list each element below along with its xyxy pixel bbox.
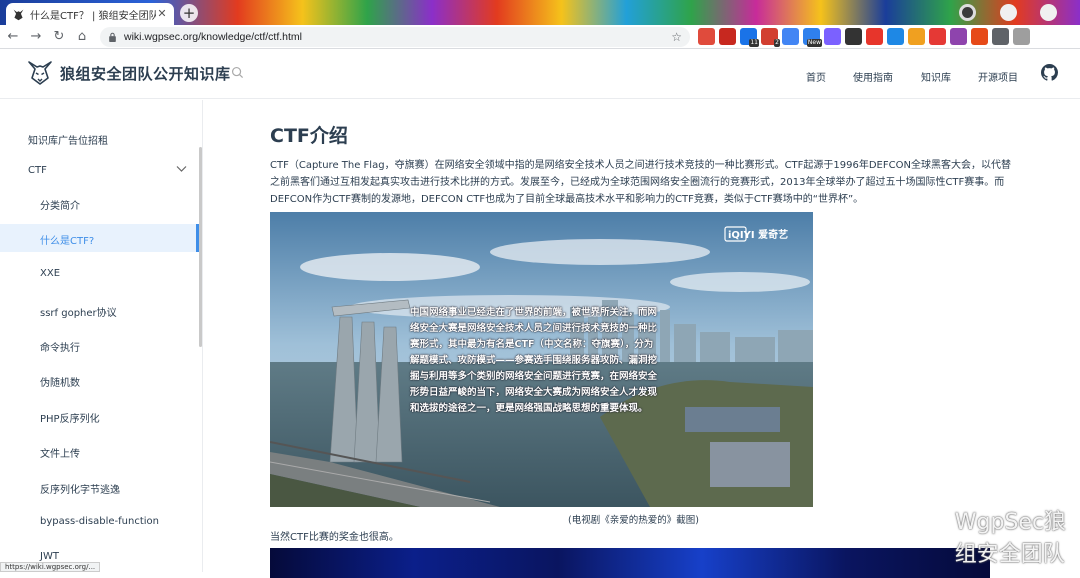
note-icon[interactable] xyxy=(971,28,988,45)
sidebar-item-file-upload[interactable]: 文件上传 xyxy=(40,445,80,460)
browser-tab[interactable]: 什么是CTF？ | 狼组安全团队公开知 ✕ xyxy=(6,3,174,25)
sidebar-group-ctf[interactable]: CTF xyxy=(28,165,47,176)
new-tab-button[interactable]: + xyxy=(180,4,198,22)
profile-icon[interactable] xyxy=(1013,28,1030,45)
wolf-favicon-icon xyxy=(13,9,24,20)
page-title: CTF介绍 xyxy=(270,125,348,147)
main-content: CTF介绍 CTF（Capture The Flag，夺旗赛）在网络安全领域中指… xyxy=(203,100,1080,578)
sidebar: 知识库广告位招租 CTF 分类简介 什么是CTF? XXE ssrf gophe… xyxy=(0,100,203,572)
next-image-preview xyxy=(270,548,990,578)
sidebar-item-ad[interactable]: 知识库广告位招租 xyxy=(28,132,108,147)
reload-icon[interactable]: ↻ xyxy=(49,27,69,47)
sidebar-item-intro[interactable]: 分类简介 xyxy=(40,197,80,212)
window-control-icon[interactable] xyxy=(1040,4,1057,21)
ip-icon[interactable] xyxy=(950,28,967,45)
nav-guide-link[interactable]: 使用指南 xyxy=(853,69,893,84)
puzzle-dark-icon[interactable] xyxy=(845,28,862,45)
address-bar[interactable]: wiki.wgpsec.org/knowledge/ctf/ctf.html ☆ xyxy=(100,27,690,47)
sidebar-item-ssrf[interactable]: ssrf gopher协议 xyxy=(40,304,117,319)
iqiyi-logo-text: iQIYI 爱奇艺 xyxy=(728,230,789,241)
github-icon[interactable] xyxy=(1041,64,1058,81)
extension-badge: 2 xyxy=(774,39,780,47)
wechat-icon xyxy=(926,528,948,544)
prize-paragraph: 当然CTF比赛的奖金也很高。 xyxy=(270,532,399,543)
sidebar-item-jwt[interactable]: JWT xyxy=(40,551,59,562)
home-icon[interactable]: ⌂ xyxy=(72,27,92,47)
grammar-icon[interactable]: 2 xyxy=(761,28,780,47)
mail-icon[interactable] xyxy=(824,28,841,45)
sidebar-active-highlight xyxy=(0,224,199,252)
extension-bar: 11 2 New xyxy=(698,28,1030,47)
media-control-icon[interactable] xyxy=(959,4,976,21)
sidebar-item-php-unserialize[interactable]: PHP反序列化 xyxy=(40,410,100,425)
site-header: 狼组安全团队公开知识库 首页 使用指南 知识库 开源项目 xyxy=(0,49,1080,99)
abp-icon[interactable] xyxy=(719,28,736,45)
tab-title: 什么是CTF？ | 狼组安全团队公开知 xyxy=(30,10,156,22)
bookmark-star-icon[interactable]: ☆ xyxy=(671,30,682,44)
browser-tab-strip: 什么是CTF？ | 狼组安全团队公开知 ✕ + xyxy=(0,0,1080,25)
lock-icon xyxy=(109,32,116,42)
intro-paragraph: CTF（Capture The Flag，夺旗赛）在网络安全领域中指的是网络安全… xyxy=(270,160,1011,205)
extensions-icon[interactable] xyxy=(992,28,1009,45)
tv-screenshot-image: iQIYI 爱奇艺 中国网络事业已经走在了世界的前端，被世界所关注，而网络安全大… xyxy=(270,212,813,507)
back-arrow-icon[interactable]: ← xyxy=(3,27,23,47)
bookmark-icon[interactable] xyxy=(887,28,904,45)
sidebar-item-prng[interactable]: 伪随机数 xyxy=(40,374,80,389)
calendar-icon[interactable]: 11 xyxy=(740,28,759,47)
search-icon[interactable] xyxy=(231,66,244,79)
watermark-text: WgpSec狼组安全团队 xyxy=(954,510,1067,567)
url-text: wiki.wgpsec.org/knowledge/ctf/ctf.html xyxy=(124,31,302,43)
sidebar-scrollbar[interactable] xyxy=(199,147,202,347)
extension-badge: New xyxy=(806,39,822,47)
browser-toolbar: ← → ↻ ⌂ wiki.wgpsec.org/knowledge/ctf/ct… xyxy=(0,25,1080,49)
extension-badge: 11 xyxy=(749,39,759,47)
sidebar-item-bypass[interactable]: bypass-disable-function xyxy=(40,516,159,527)
new-ext-icon[interactable]: New xyxy=(803,28,822,47)
image-caption: (电视剧《亲爱的热爱的》截图) xyxy=(568,515,699,526)
translate-icon[interactable] xyxy=(782,28,799,45)
sidebar-item-xxe[interactable]: XXE xyxy=(40,268,60,279)
sidebar-item-cmd-exec[interactable]: 命令执行 xyxy=(40,339,80,354)
nav-projects-link[interactable]: 开源项目 xyxy=(978,69,1018,84)
adblock-icon[interactable] xyxy=(698,28,715,45)
cookie-icon[interactable] xyxy=(908,28,925,45)
sidebar-item-what-is-ctf[interactable]: 什么是CTF? xyxy=(40,232,94,247)
wechat-watermark: WgpSec狼组安全团队 xyxy=(925,504,1080,568)
nav-home-link[interactable]: 首页 xyxy=(806,69,826,84)
forward-arrow-icon[interactable]: → xyxy=(26,27,46,47)
wolf-logo-icon[interactable] xyxy=(27,60,53,86)
nav-knowledge-link[interactable]: 知识库 xyxy=(921,69,951,84)
s-ext-icon[interactable] xyxy=(866,28,883,45)
chevron-down-icon[interactable] xyxy=(176,165,187,173)
yz-icon[interactable] xyxy=(929,28,946,45)
close-tab-icon[interactable]: ✕ xyxy=(156,8,168,20)
window-control-icon[interactable] xyxy=(1000,4,1017,21)
site-title[interactable]: 狼组安全团队公开知识库 xyxy=(60,63,231,84)
status-bar-url: https://wiki.wgpsec.org/... xyxy=(0,562,101,572)
video-subtitle-text: 中国网络事业已经走在了世界的前端，被世界所关注，而网络安全大赛是网络安全技术人员… xyxy=(410,307,658,414)
sidebar-item-byte-escape[interactable]: 反序列化字节逃逸 xyxy=(40,481,120,496)
